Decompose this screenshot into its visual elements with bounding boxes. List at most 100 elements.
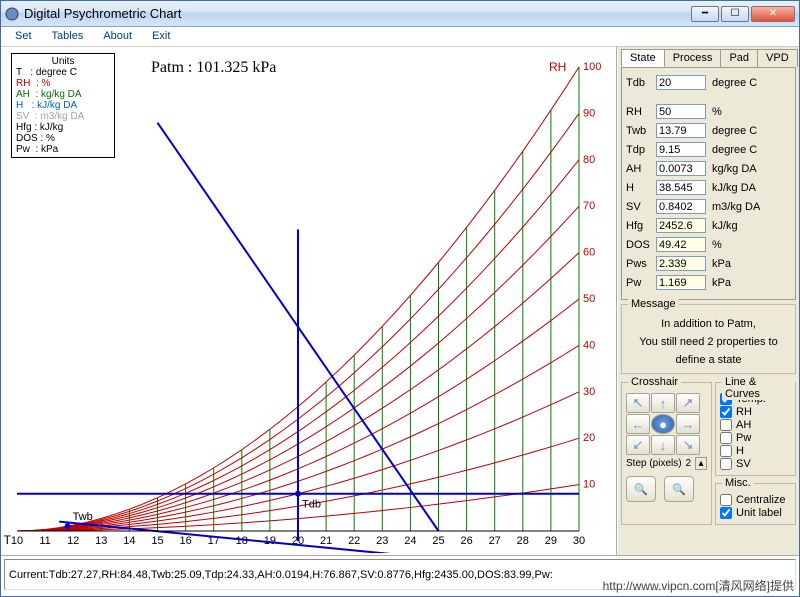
- curve-checkbox-ah[interactable]: [720, 419, 732, 431]
- svg-text:18: 18: [236, 535, 248, 547]
- state-unit-sv: m3/kg DA: [712, 201, 760, 213]
- misc-label-unit label: Unit label: [736, 507, 782, 519]
- step-label: Step (pixels): [626, 458, 682, 469]
- zoom-in-button[interactable]: 🔍: [664, 476, 694, 502]
- svg-text:11: 11: [39, 535, 50, 547]
- magnifier-minus-icon: 🔍: [634, 483, 648, 496]
- patm-label: Patm : 101.325 kPa: [151, 59, 276, 77]
- units-row-hfg: Hfg : kJ/kg: [16, 122, 110, 133]
- arrow-e-button[interactable]: →: [676, 414, 700, 434]
- curve-label-ah: AH: [736, 419, 751, 431]
- units-row-ah: AH : kg/kg DA: [16, 89, 110, 100]
- menu-tables[interactable]: Tables: [42, 27, 94, 46]
- magnifier-plus-icon: 🔍: [672, 483, 686, 496]
- units-row-h: H : kJ/kg DA: [16, 100, 110, 111]
- chart-area[interactable]: 1011121314151617181920212223242526272829…: [1, 47, 617, 555]
- close-button[interactable]: ✕: [751, 6, 795, 22]
- misc-checkbox-unit label[interactable]: [720, 507, 732, 519]
- state-unit-dos: %: [712, 239, 722, 251]
- state-row-tdp: Tdpdegree C: [626, 141, 791, 158]
- state-input-pws[interactable]: [656, 256, 706, 271]
- tab-process[interactable]: Process: [664, 49, 722, 67]
- arrow-n-button[interactable]: ↑: [651, 393, 675, 413]
- curve-checkbox-rh[interactable]: [720, 406, 732, 418]
- state-row-dos: DOS%: [626, 236, 791, 253]
- state-label-tdb: Tdb: [626, 77, 656, 89]
- svg-text:29: 29: [545, 535, 557, 547]
- svg-text:Tdb: Tdb: [302, 499, 321, 511]
- svg-text:70: 70: [583, 200, 595, 212]
- svg-text:15: 15: [151, 535, 163, 547]
- state-row-ah: AHkg/kg DA: [626, 160, 791, 177]
- units-legend: Units T : degree CRH : %AH : kg/kg DAH :…: [11, 53, 115, 158]
- curve-label-sv: SV: [736, 458, 751, 470]
- menu-exit[interactable]: Exit: [142, 27, 180, 46]
- state-input-tdp[interactable]: [656, 142, 706, 157]
- svg-text:25: 25: [432, 535, 444, 547]
- svg-text:26: 26: [460, 535, 472, 547]
- tabs: State Process Pad VPD: [621, 49, 796, 67]
- arrow-w-button[interactable]: ←: [626, 414, 650, 434]
- curve-checkbox-pw[interactable]: [720, 432, 732, 444]
- svg-text:23: 23: [376, 535, 388, 547]
- arrow-ne-button[interactable]: ↗: [676, 393, 700, 413]
- center-button[interactable]: ●: [651, 414, 675, 434]
- curve-checkbox-sv[interactable]: [720, 458, 732, 470]
- titlebar[interactable]: Digital Psychrometric Chart ━ ☐ ✕: [1, 1, 799, 27]
- svg-text:80: 80: [583, 154, 595, 166]
- app-icon: [5, 7, 19, 21]
- tab-pad[interactable]: Pad: [720, 49, 758, 67]
- minimize-button[interactable]: ━: [691, 6, 719, 22]
- state-input-pw[interactable]: [656, 275, 706, 290]
- tab-vpd[interactable]: VPD: [757, 49, 798, 67]
- units-row-pw: Pw : kPa: [16, 144, 110, 155]
- curve-checkbox-h[interactable]: [720, 445, 732, 457]
- side-panel: State Process Pad VPD Tdbdegree CRH%Twbd…: [617, 47, 799, 555]
- state-label-rh: RH: [626, 106, 656, 118]
- state-input-twb[interactable]: [656, 123, 706, 138]
- svg-text:14: 14: [123, 535, 135, 547]
- zoom-out-button[interactable]: 🔍: [626, 476, 656, 502]
- state-panel: Tdbdegree CRH%Twbdegree CTdpdegree CAHkg…: [621, 67, 796, 300]
- state-label-h: H: [626, 182, 656, 194]
- misc-checkbox-centralize[interactable]: [720, 494, 732, 506]
- arrow-nw-button[interactable]: ↖: [626, 393, 650, 413]
- state-row-tdb: Tdbdegree C: [626, 74, 791, 91]
- app-window: Digital Psychrometric Chart ━ ☐ ✕ Set Ta…: [0, 0, 800, 597]
- curves-group: Line & Curves Temp.RHAHPwHSV: [715, 382, 796, 476]
- misc-row-centralize: Centralize: [720, 494, 791, 506]
- state-row-hfg: HfgkJ/kg: [626, 217, 791, 234]
- state-row-h: HkJ/kg DA: [626, 179, 791, 196]
- curve-label-pw: Pw: [736, 432, 751, 444]
- misc-row-unit label: Unit label: [720, 507, 791, 519]
- state-label-twb: Twb: [626, 125, 656, 137]
- state-label-sv: SV: [626, 201, 656, 213]
- step-spinner[interactable]: ▴: [695, 457, 707, 470]
- units-header: Units: [16, 56, 110, 67]
- svg-text:T: T: [4, 533, 12, 547]
- tab-state[interactable]: State: [621, 49, 665, 67]
- state-label-ah: AH: [626, 163, 656, 175]
- svg-text:100: 100: [583, 61, 601, 73]
- arrow-s-button[interactable]: ↓: [651, 435, 675, 455]
- crosshair-group: Crosshair ↖ ↑ ↗ ← ● → ↙ ↓ ↘ Step (pixels…: [621, 382, 712, 525]
- svg-text:10: 10: [583, 479, 595, 491]
- misc-label-centralize: Centralize: [736, 494, 786, 506]
- state-unit-rh: %: [712, 106, 722, 118]
- state-input-h[interactable]: [656, 180, 706, 195]
- state-input-dos[interactable]: [656, 237, 706, 252]
- svg-text:30: 30: [573, 535, 585, 547]
- state-row-rh: RH%: [626, 103, 791, 120]
- window-title: Digital Psychrometric Chart: [24, 6, 691, 21]
- arrow-sw-button[interactable]: ↙: [626, 435, 650, 455]
- menu-set[interactable]: Set: [5, 27, 42, 46]
- menu-about[interactable]: About: [93, 27, 142, 46]
- state-input-sv[interactable]: [656, 199, 706, 214]
- units-row-rh: RH : %: [16, 78, 110, 89]
- state-input-tdb[interactable]: [656, 75, 706, 90]
- arrow-se-button[interactable]: ↘: [676, 435, 700, 455]
- state-input-hfg[interactable]: [656, 218, 706, 233]
- state-input-rh[interactable]: [656, 104, 706, 119]
- state-input-ah[interactable]: [656, 161, 706, 176]
- maximize-button[interactable]: ☐: [721, 6, 749, 22]
